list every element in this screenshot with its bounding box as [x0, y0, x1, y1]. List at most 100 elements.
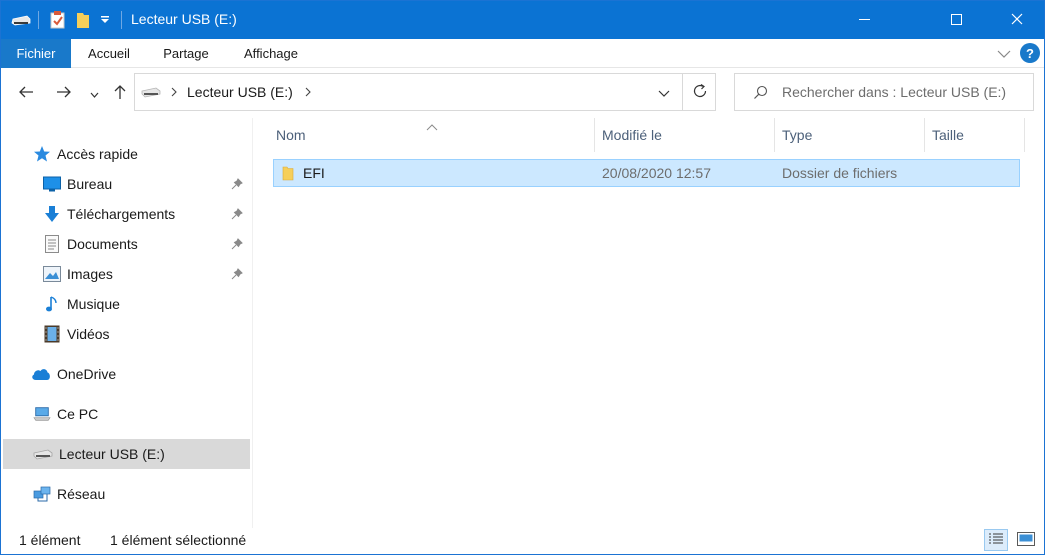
window-title: Lecteur USB (E:): [131, 11, 237, 27]
sidebar-item-musique[interactable]: Musique: [43, 289, 120, 319]
sidebar-item-label: Vidéos: [67, 326, 110, 342]
sidebar-item-usb-drive[interactable]: Lecteur USB (E:): [33, 439, 165, 469]
status-bar: 1 élément 1 élément sélectionné: [1, 528, 1044, 554]
arrow-up-icon: [114, 84, 126, 103]
sidebar-item-reseau[interactable]: Réseau: [33, 479, 105, 509]
usb-drive-icon: [33, 445, 53, 463]
search-icon: [753, 85, 768, 100]
maximize-icon: [950, 12, 962, 28]
column-header-modifie-le[interactable]: Modifié le: [596, 118, 774, 152]
large-icons-view-button[interactable]: [1014, 529, 1038, 551]
refresh-icon: [692, 83, 708, 102]
ribbon-tabs: Fichier Accueil Partage Affichage ?: [1, 39, 1044, 68]
usb-drive-icon: [141, 86, 161, 98]
sidebar-item-documents[interactable]: Documents: [43, 229, 138, 259]
close-icon: [1011, 12, 1023, 28]
column-header-type[interactable]: Type: [776, 118, 924, 152]
close-button[interactable]: [994, 1, 1040, 39]
file-type: Dossier de fichiers: [782, 165, 898, 181]
videos-icon: [43, 325, 61, 343]
separator: [121, 11, 122, 29]
onedrive-icon: [31, 365, 51, 383]
sidebar-item-onedrive[interactable]: OneDrive: [31, 359, 116, 389]
forward-button[interactable]: [51, 80, 77, 106]
expand-ribbon-button[interactable]: [997, 42, 1011, 64]
recent-locations-button[interactable]: [85, 80, 103, 106]
back-button[interactable]: [13, 80, 39, 106]
file-modified: 20/08/2020 12:57: [602, 165, 711, 181]
item-count: 1 élément: [19, 532, 81, 548]
maximize-button[interactable]: [933, 1, 979, 39]
drive-icon[interactable]: [11, 9, 31, 31]
breadcrumb[interactable]: Lecteur USB (E:): [187, 84, 293, 100]
column-header-nom[interactable]: Nom: [270, 118, 595, 152]
large-icons-view-icon: [1017, 531, 1035, 549]
help-icon: ?: [1020, 43, 1040, 63]
sidebar-item-label: Accès rapide: [57, 146, 138, 162]
arrow-left-icon: [18, 85, 34, 101]
images-icon: [43, 265, 61, 283]
breadcrumb-chevron-icon[interactable]: [305, 87, 311, 97]
sidebar-item-quick-access[interactable]: Accès rapide: [33, 139, 138, 169]
column-divider[interactable]: [774, 118, 775, 152]
search-input[interactable]: Rechercher dans : Lecteur USB (E:): [734, 73, 1034, 111]
chevron-down-icon: [90, 85, 99, 101]
explorer-window: Lecteur USB (E:) Fichier Accueil Partage…: [0, 0, 1045, 555]
tab-accueil[interactable]: Accueil: [81, 39, 137, 68]
chevron-down-icon: [658, 84, 670, 100]
computer-icon: [33, 405, 51, 423]
sidebar-item-label: Documents: [67, 236, 138, 252]
sidebar-item-ce-pc[interactable]: Ce PC: [33, 399, 98, 429]
navigation-bar: Lecteur USB (E:) Rechercher dans : Lecte…: [1, 68, 1044, 118]
minimize-button[interactable]: [841, 1, 887, 39]
pin-icon[interactable]: [231, 178, 243, 193]
documents-icon: [43, 235, 61, 253]
sidebar-item-images[interactable]: Images: [43, 259, 113, 289]
address-dropdown-button[interactable]: [647, 74, 681, 110]
pin-icon[interactable]: [231, 238, 243, 253]
new-folder-icon[interactable]: [76, 9, 90, 31]
file-list: Nom Modifié le Type Taille EFI 20/08/202…: [253, 118, 1044, 528]
sidebar-item-label: Bureau: [67, 176, 113, 192]
help-button[interactable]: ?: [1020, 42, 1040, 64]
tab-fichier[interactable]: Fichier: [1, 39, 71, 68]
sidebar-item-label: OneDrive: [57, 366, 117, 382]
folder-icon: [282, 165, 294, 184]
column-divider[interactable]: [594, 118, 595, 152]
tab-affichage[interactable]: Affichage: [235, 39, 307, 68]
up-button[interactable]: [109, 80, 131, 106]
sidebar-item-label: Lecteur USB (E:): [59, 446, 165, 462]
network-icon: [33, 485, 51, 503]
sidebar-item-videos[interactable]: Vidéos: [43, 319, 110, 349]
sidebar-item-bureau[interactable]: Bureau: [43, 169, 112, 199]
table-row[interactable]: EFI 20/08/2020 12:57 Dossier de fichiers: [273, 159, 1020, 187]
sidebar-item-telechargements[interactable]: Téléchargements: [43, 199, 175, 229]
chevron-down-icon: [997, 45, 1011, 61]
column-header-taille[interactable]: Taille: [926, 118, 1022, 152]
star-icon: [33, 145, 51, 163]
download-icon: [43, 205, 61, 223]
sidebar-item-label: Images: [67, 266, 113, 282]
properties-icon[interactable]: [50, 9, 66, 31]
music-icon: [43, 295, 61, 313]
details-view-icon: [988, 532, 1004, 549]
column-divider[interactable]: [1024, 118, 1025, 152]
arrow-right-icon: [56, 85, 72, 101]
sidebar-item-label: Musique: [67, 296, 120, 312]
customize-dropdown-icon[interactable]: [100, 9, 110, 31]
column-divider[interactable]: [924, 118, 925, 152]
desktop-icon: [43, 175, 61, 193]
pin-icon[interactable]: [231, 208, 243, 223]
minimize-icon: [858, 12, 870, 28]
sidebar-item-label: Ce PC: [57, 406, 99, 422]
sidebar-item-label: Téléchargements: [67, 206, 176, 222]
tab-partage[interactable]: Partage: [154, 39, 218, 68]
address-bar[interactable]: Lecteur USB (E:): [134, 73, 716, 111]
pin-icon[interactable]: [231, 268, 243, 283]
separator: [38, 11, 39, 29]
file-name: EFI: [303, 165, 325, 181]
search-placeholder: Rechercher dans : Lecteur USB (E:): [782, 84, 1007, 100]
selection-count: 1 élément sélectionné: [110, 532, 247, 548]
refresh-button[interactable]: [682, 74, 716, 110]
details-view-button[interactable]: [984, 529, 1008, 551]
